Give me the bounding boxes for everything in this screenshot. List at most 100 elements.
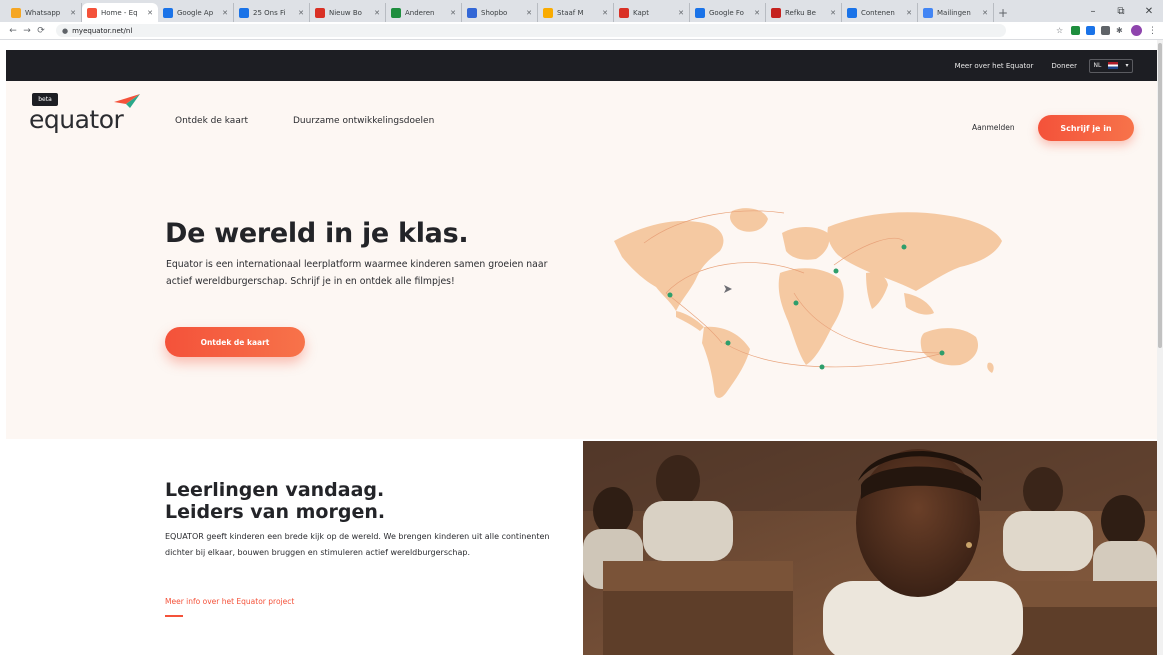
dutch-flag-icon — [1108, 62, 1119, 69]
browser-tab[interactable]: Home - Eq ✕ — [82, 3, 158, 22]
extension-icon[interactable] — [1071, 26, 1080, 35]
tab-favicon-icon — [923, 7, 933, 18]
tab-strip: Whatsapp ✕ Home - Eq ✕ Google Ap ✕ 25 Ons Fi ✕ N… — [0, 0, 1163, 22]
tab-favicon-icon — [695, 7, 705, 18]
tab-close-icon[interactable]: ✕ — [450, 9, 456, 17]
donate-link[interactable]: Doneer — [1051, 62, 1077, 70]
browser-tab[interactable]: Staaf M ✕ — [538, 3, 614, 22]
tab-label: Anderen — [405, 8, 435, 17]
browser-tab[interactable]: Mailingen ✕ — [918, 3, 994, 22]
airplane-icon — [724, 285, 732, 293]
section-text: EQUATOR geeft kinderen een brede kijk op… — [165, 532, 550, 557]
new-tab-button[interactable]: + — [994, 3, 1012, 22]
tab-close-icon[interactable]: ✕ — [222, 9, 228, 17]
map-marker — [833, 268, 839, 274]
tab-label: Mailingen — [937, 8, 971, 17]
hero-section: beta equator Ontdek de kaart Duurzame on… — [6, 81, 1157, 439]
tab-close-icon[interactable]: ✕ — [982, 9, 988, 17]
browser-tab[interactable]: Contenen ✕ — [842, 3, 918, 22]
tab-close-icon[interactable]: ✕ — [374, 9, 380, 17]
login-link[interactable]: Aanmelden — [972, 123, 1015, 132]
tab-label: Shopbo — [481, 8, 508, 17]
map-marker — [819, 364, 825, 370]
tab-close-icon[interactable]: ✕ — [754, 9, 760, 17]
browser-tab[interactable]: Anderen ✕ — [386, 3, 462, 22]
url-input[interactable]: ● myequator.net/nl — [56, 24, 1006, 37]
lock-icon: ● — [62, 26, 69, 35]
tab-close-icon[interactable]: ✕ — [70, 9, 76, 17]
browser-tab[interactable]: Kapt ✕ — [614, 3, 690, 22]
tab-favicon-icon — [543, 7, 553, 18]
tab-favicon-icon — [619, 7, 629, 18]
browser-tab[interactable]: Nieuw Bo ✕ — [310, 3, 386, 22]
extension-icon[interactable] — [1101, 26, 1110, 35]
minimize-button[interactable]: – — [1079, 0, 1107, 22]
tab-close-icon[interactable]: ✕ — [602, 9, 608, 17]
paper-plane-icon — [114, 94, 140, 108]
tab-close-icon[interactable]: ✕ — [298, 9, 304, 17]
hero-text: Equator is een internationaal leerplatfo… — [166, 259, 548, 287]
profile-avatar[interactable] — [1131, 25, 1142, 36]
address-bar-row: ← → ⟳ ● myequator.net/nl ☆ ✱ ⋮ — [0, 22, 1163, 40]
extensions-area: ☆ ✱ ⋮ — [1056, 25, 1157, 36]
tab-close-icon[interactable]: ✕ — [147, 9, 153, 17]
world-map[interactable] — [604, 203, 1004, 403]
logo[interactable]: equator — [29, 105, 124, 134]
browser-tab[interactable]: 25 Ons Fi ✕ — [234, 3, 310, 22]
tab-favicon-icon — [847, 7, 857, 18]
tab-label: Whatsapp — [25, 8, 61, 17]
site-topbar: Meer over het Equator Doneer NL ▾ — [6, 50, 1157, 81]
tab-close-icon[interactable]: ✕ — [526, 9, 532, 17]
nav-discover-map[interactable]: Ontdek de kaart — [175, 116, 248, 126]
tab-label: 25 Ons Fi — [253, 8, 286, 17]
tab-favicon-icon — [163, 7, 173, 18]
browser-tab[interactable]: Google Fo ✕ — [690, 3, 766, 22]
browser-tab[interactable]: Google Ap ✕ — [158, 3, 234, 22]
tab-close-icon[interactable]: ✕ — [906, 9, 912, 17]
nav-sustainable-goals[interactable]: Duurzame ontwikkelingsdoelen — [293, 116, 434, 126]
close-window-button[interactable]: ✕ — [1135, 0, 1163, 22]
reload-icon[interactable]: ⟳ — [34, 26, 48, 36]
back-icon[interactable]: ← — [6, 26, 20, 36]
language-code: NL — [1093, 62, 1102, 69]
browser-tab[interactable]: Refku Be ✕ — [766, 3, 842, 22]
star-icon[interactable]: ☆ — [1056, 26, 1065, 35]
browser-window: Whatsapp ✕ Home - Eq ✕ Google Ap ✕ 25 Ons Fi ✕ N… — [0, 0, 1163, 655]
discover-map-button[interactable]: Ontdek de kaart — [165, 327, 305, 357]
section-title-line1: Leerlingen vandaag. — [165, 479, 385, 501]
tab-favicon-icon — [315, 7, 325, 18]
tab-favicon-icon — [239, 7, 249, 18]
classroom-photo — [583, 441, 1157, 655]
tab-favicon-icon — [11, 7, 21, 18]
intro-section: Leerlingen vandaag. Leiders van morgen. … — [6, 439, 1157, 655]
browser-tab[interactable]: Shopbo ✕ — [462, 3, 538, 22]
more-info-link[interactable]: Meer info over het Equator project — [165, 597, 294, 606]
browser-tab[interactable]: Whatsapp ✕ — [6, 3, 82, 22]
chevron-down-icon: ▾ — [1125, 62, 1129, 69]
tab-label: Google Fo — [709, 8, 744, 17]
tab-label: Google Ap — [177, 8, 214, 17]
scrollbar-thumb[interactable] — [1158, 43, 1162, 348]
puzzle-icon[interactable]: ✱ — [1116, 26, 1125, 35]
url-text: myequator.net/nl — [72, 26, 133, 35]
link-underline — [165, 615, 183, 617]
tab-label: Nieuw Bo — [329, 8, 362, 17]
extension-icon[interactable] — [1086, 26, 1095, 35]
tab-favicon-icon — [391, 7, 401, 18]
tab-label: Contenen — [861, 8, 895, 17]
maximize-button[interactable]: ⧉ — [1107, 0, 1135, 22]
about-link[interactable]: Meer over het Equator — [955, 62, 1034, 70]
forward-icon[interactable]: → — [20, 26, 34, 36]
tab-close-icon[interactable]: ✕ — [830, 9, 836, 17]
signup-button[interactable]: Schrijf je in — [1038, 115, 1134, 141]
tab-favicon-icon — [467, 7, 477, 18]
map-marker — [939, 350, 945, 356]
section-title-line2: Leiders van morgen. — [165, 501, 386, 523]
tab-favicon-icon — [87, 7, 97, 18]
window-controls: – ⧉ ✕ — [1079, 0, 1163, 22]
menu-kebab-icon[interactable]: ⋮ — [1148, 26, 1157, 36]
map-marker — [725, 340, 731, 346]
language-select[interactable]: NL ▾ — [1089, 58, 1133, 73]
tab-close-icon[interactable]: ✕ — [678, 9, 684, 17]
hero-title: De wereld in je klas. — [165, 218, 469, 249]
